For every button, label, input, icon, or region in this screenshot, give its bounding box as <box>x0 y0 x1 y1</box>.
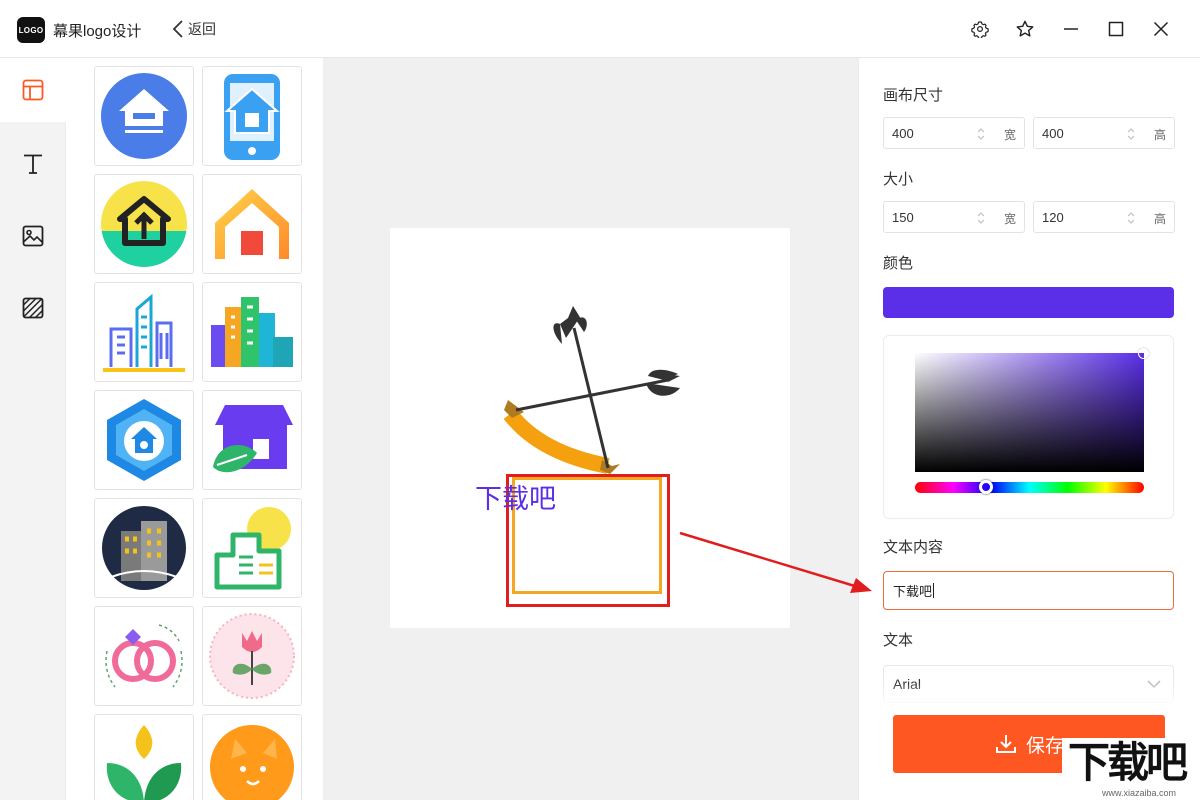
size-height-value: 120 <box>1042 209 1064 225</box>
canvas-width-value: 400 <box>892 125 914 141</box>
rail-item-image[interactable] <box>0 204 66 268</box>
house-circle-logo <box>101 73 187 159</box>
canvas-height-value: 400 <box>1042 125 1064 141</box>
design-workspace: 下载吧 <box>323 58 858 800</box>
size-width-input[interactable]: 150 宽 <box>883 201 1025 233</box>
building-night-logo <box>102 506 186 590</box>
minimize-button[interactable] <box>1059 17 1083 41</box>
green-sprout-logo <box>106 725 182 800</box>
canvas-width-input[interactable]: 400 宽 <box>883 117 1025 149</box>
template-tile[interactable] <box>94 714 194 800</box>
orange-cat-logo <box>210 725 294 800</box>
text-caret <box>933 583 935 598</box>
chevron-left-icon <box>172 20 183 38</box>
hue-handle[interactable] <box>979 480 993 494</box>
save-label: 保存 <box>1025 735 1064 757</box>
app-title: 幕果logo设计 <box>53 23 142 40</box>
canvas-height-input[interactable]: 400 高 <box>1033 117 1175 149</box>
rail-item-text[interactable] <box>0 132 66 196</box>
saturation-handle[interactable] <box>1138 348 1149 359</box>
template-tile[interactable] <box>202 498 302 598</box>
text-content-input[interactable]: 下载吧 <box>883 571 1174 610</box>
hatch-icon <box>22 297 44 319</box>
house-arrow-logo <box>101 181 187 267</box>
spinner-icon[interactable] <box>976 126 986 142</box>
favorite-button[interactable] <box>1013 17 1037 41</box>
download-icon <box>995 735 1016 753</box>
settings-button[interactable] <box>968 17 992 41</box>
font-label: 文本 <box>883 632 914 649</box>
template-tile[interactable] <box>94 498 194 598</box>
city-outline-logo <box>103 293 185 372</box>
color-label: 颜色 <box>883 255 914 272</box>
store-leaf-logo <box>213 405 293 473</box>
watermark-text: 下载吧 <box>1068 738 1188 787</box>
watermark-url: www.xiazaiba.com <box>1102 788 1177 798</box>
star-icon <box>1016 20 1034 37</box>
template-tile[interactable] <box>202 282 302 382</box>
layout-icon <box>22 79 44 101</box>
app-logo: LOGO <box>17 17 45 43</box>
tool-rail <box>0 58 66 800</box>
template-tile[interactable] <box>202 390 302 490</box>
gear-icon <box>971 21 989 38</box>
width-unit: 宽 <box>1003 212 1016 226</box>
rail-item-background[interactable] <box>0 276 66 340</box>
template-tile[interactable] <box>202 714 302 800</box>
spinner-icon[interactable] <box>1126 210 1136 226</box>
close-icon <box>1153 21 1169 37</box>
template-gallery <box>66 58 323 800</box>
rose-badge-logo <box>209 613 295 699</box>
phone-house-logo <box>224 74 280 160</box>
color-city-logo <box>211 297 293 367</box>
minimize-icon <box>1064 28 1078 30</box>
image-icon <box>22 225 44 247</box>
size-height-input[interactable]: 120 高 <box>1033 201 1175 233</box>
app-window: LOGO 幕果logo设计 返回 下载吧 画布尺寸 400 宽 400 高 大小… <box>0 0 1200 800</box>
saturation-value-area[interactable] <box>915 348 1149 472</box>
height-unit: 高 <box>1153 212 1166 226</box>
watermark: 下载吧 www.xiazaiba.com <box>1062 738 1200 800</box>
spinner-icon[interactable] <box>976 210 986 226</box>
rail-item-template[interactable] <box>0 58 66 122</box>
template-tile[interactable] <box>202 66 302 166</box>
rings-logo <box>105 624 183 688</box>
size-width-value: 150 <box>892 209 914 225</box>
gradient-house-logo <box>215 189 289 259</box>
template-tile[interactable] <box>94 174 194 274</box>
green-building-sun-logo <box>214 507 291 590</box>
width-unit: 宽 <box>1003 128 1016 142</box>
template-tile[interactable] <box>94 390 194 490</box>
shield-house-logo <box>107 399 181 481</box>
color-swatch[interactable] <box>883 287 1174 318</box>
logo-text-element[interactable]: 下载吧 <box>475 477 556 516</box>
back-button[interactable]: 返回 <box>172 18 216 40</box>
template-tile[interactable] <box>94 282 194 382</box>
maximize-button[interactable] <box>1104 17 1128 41</box>
text-content-label: 文本内容 <box>883 539 944 556</box>
template-tile[interactable] <box>202 174 302 274</box>
color-picker <box>883 335 1174 519</box>
close-button[interactable] <box>1149 17 1173 41</box>
scroll-fade <box>859 683 1200 708</box>
size-label: 大小 <box>883 171 914 188</box>
template-tile[interactable] <box>94 606 194 706</box>
template-tile[interactable] <box>202 606 302 706</box>
text-icon <box>24 154 42 174</box>
properties-panel: 画布尺寸 400 宽 400 高 大小 150 宽 120 高 颜色 文本内容 … <box>858 58 1200 800</box>
template-tile[interactable] <box>94 66 194 166</box>
back-label: 返回 <box>188 21 216 37</box>
title-bar: LOGO 幕果logo设计 返回 <box>0 0 1200 58</box>
maximize-icon <box>1108 21 1124 37</box>
height-unit: 高 <box>1153 128 1166 142</box>
text-content-value: 下载吧 <box>893 584 933 599</box>
hue-slider[interactable] <box>915 480 1144 494</box>
canvas-size-label: 画布尺寸 <box>883 87 944 104</box>
spinner-icon[interactable] <box>1126 126 1136 142</box>
